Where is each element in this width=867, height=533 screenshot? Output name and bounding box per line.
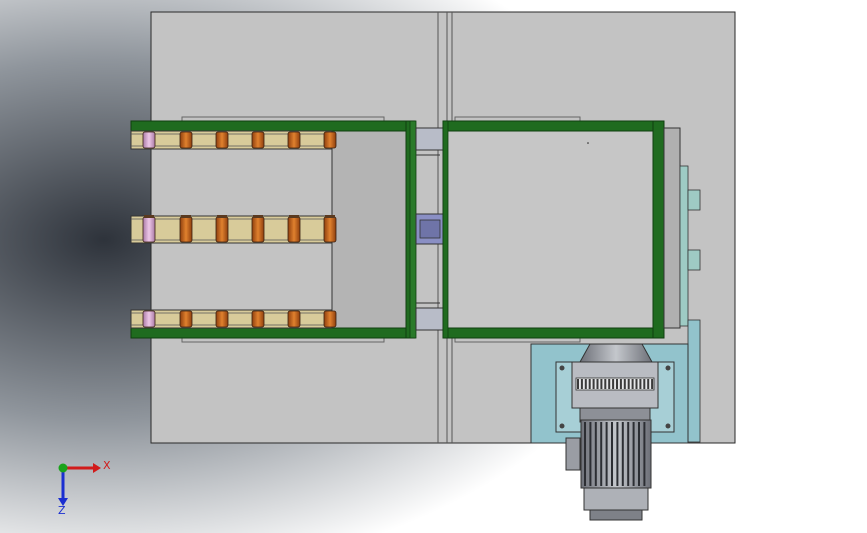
orange-roller — [251, 216, 265, 243]
z-axis-label: Z — [58, 504, 66, 517]
gear-tooth — [619, 379, 622, 389]
y-axis-indicator — [58, 463, 68, 473]
roller-cap — [144, 215, 154, 218]
gear-tooth — [623, 379, 626, 389]
orange-roller — [287, 216, 301, 243]
gear-tooth — [631, 379, 634, 389]
roller-cap — [253, 215, 263, 218]
pink-roller — [142, 216, 156, 243]
gear-tooth — [616, 379, 618, 389]
cad-viewport[interactable]: X Z — [0, 0, 867, 533]
gear-tooth — [596, 379, 599, 389]
orange-roller — [215, 310, 229, 328]
roller-row-top[interactable] — [130, 130, 333, 150]
orange-roller — [251, 131, 265, 149]
gear-tooth — [600, 379, 603, 389]
left-carriage-block[interactable] — [331, 129, 409, 329]
gear-tooth — [604, 379, 607, 389]
gear-tooth — [651, 379, 654, 389]
gear-tooth — [612, 379, 615, 389]
gear-tooth — [643, 379, 646, 389]
gear-tooth — [577, 379, 579, 389]
orange-roller — [179, 310, 193, 328]
roller-cap — [181, 215, 191, 218]
reference-dot — [587, 142, 589, 144]
gear-tooth — [627, 379, 630, 389]
orange-roller — [179, 131, 193, 149]
roller-cap — [289, 215, 299, 218]
orange-roller — [287, 131, 301, 149]
gear-tooth — [584, 379, 587, 389]
orange-roller — [323, 131, 337, 149]
orange-roller — [215, 131, 229, 149]
orange-roller — [323, 310, 337, 328]
gear-tooth — [592, 379, 595, 389]
orange-roller — [287, 310, 301, 328]
gear-tooth — [588, 379, 591, 389]
orange-roller — [251, 310, 265, 328]
gear-tooth — [639, 379, 642, 389]
orange-roller — [215, 216, 229, 243]
orange-roller — [323, 216, 337, 243]
pink-roller — [142, 310, 156, 328]
x-axis-label: X — [103, 459, 111, 472]
gear-tooth — [635, 379, 638, 389]
roller-row-middle[interactable] — [130, 215, 333, 244]
roller-cap — [325, 215, 335, 218]
assembly-drawing[interactable]: X Z — [0, 0, 867, 533]
roller-row-bottom[interactable] — [130, 309, 333, 329]
gear-tooth — [647, 379, 650, 389]
roller-cap — [217, 215, 227, 218]
orange-roller — [179, 216, 193, 243]
right-frame[interactable] — [442, 120, 665, 339]
gear-tooth — [580, 379, 583, 389]
pink-roller — [142, 131, 156, 149]
gear-tooth — [608, 379, 611, 389]
